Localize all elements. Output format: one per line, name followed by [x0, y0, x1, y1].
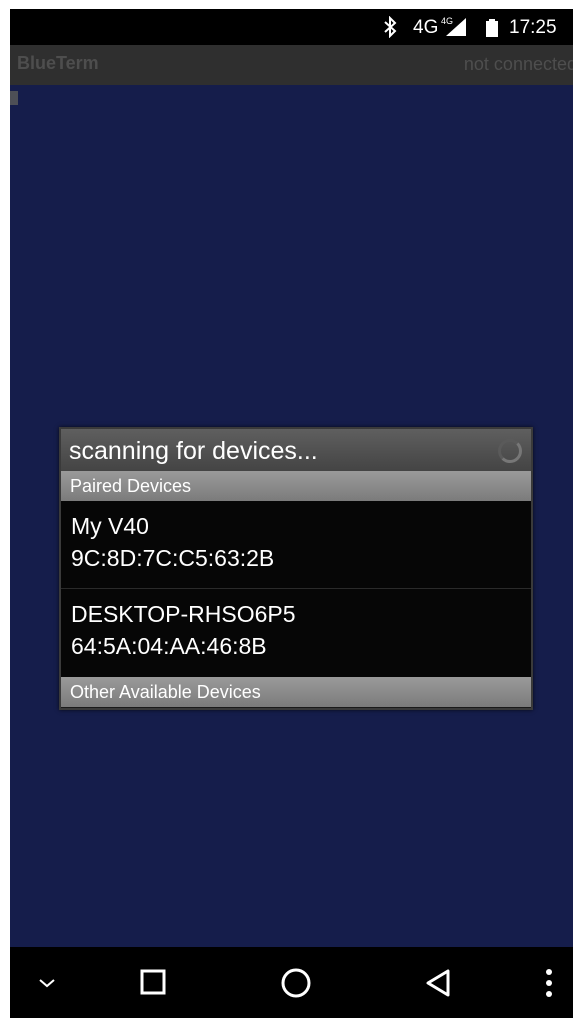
device-address: 64:5A:04:AA:46:8B: [71, 633, 267, 659]
battery-icon: [486, 19, 498, 37]
phone-screen: 4G 4G 17:25 BlueTerm not connected scann…: [10, 9, 573, 1018]
more-vert-icon[interactable]: [529, 965, 569, 1001]
network-type: 4G: [413, 17, 439, 38]
device-address: 9C:8D:7C:C5:63:2B: [71, 545, 275, 571]
chevron-down-icon[interactable]: [27, 965, 67, 1001]
loading-spinner-icon: [498, 439, 522, 463]
app-title: BlueTerm: [17, 53, 99, 73]
circle-icon[interactable]: [276, 965, 316, 1001]
paired-devices-label: Paired Devices: [70, 476, 192, 496]
square-icon[interactable]: [133, 965, 173, 1001]
device-item[interactable]: DESKTOP-RHSO6P5 64:5A:04:AA:46:8B: [61, 589, 531, 677]
dialog-title-bar: scanning for devices...: [61, 429, 531, 471]
bluetooth-icon: [382, 15, 398, 39]
device-name: DESKTOP-RHSO6P5: [71, 601, 296, 627]
device-name: My V40: [71, 513, 149, 539]
device-item[interactable]: My V40 9C:8D:7C:C5:63:2B: [61, 501, 531, 589]
device-scan-dialog: scanning for devices... Paired Devices M…: [59, 427, 533, 710]
other-devices-label: Other Available Devices: [70, 682, 261, 702]
terminal-area[interactable]: scanning for devices... Paired Devices M…: [10, 85, 573, 947]
status-bar: 4G 4G 17:25: [10, 9, 573, 45]
paired-device-list: My V40 9C:8D:7C:C5:63:2B DESKTOP-RHSO6P5…: [61, 501, 531, 677]
connection-status: not connected: [463, 54, 573, 74]
paired-devices-header: Paired Devices: [61, 471, 531, 501]
app-title-bar: BlueTerm not connected: [10, 45, 573, 85]
triangle-back-icon[interactable]: [419, 965, 459, 1001]
signal-icon: [446, 18, 466, 36]
terminal-cursor: [10, 91, 18, 105]
navigation-bar: [10, 947, 573, 1018]
other-devices-header: Other Available Devices: [61, 677, 531, 707]
clock: 17:25: [509, 17, 557, 38]
dialog-title: scanning for devices...: [69, 437, 318, 465]
